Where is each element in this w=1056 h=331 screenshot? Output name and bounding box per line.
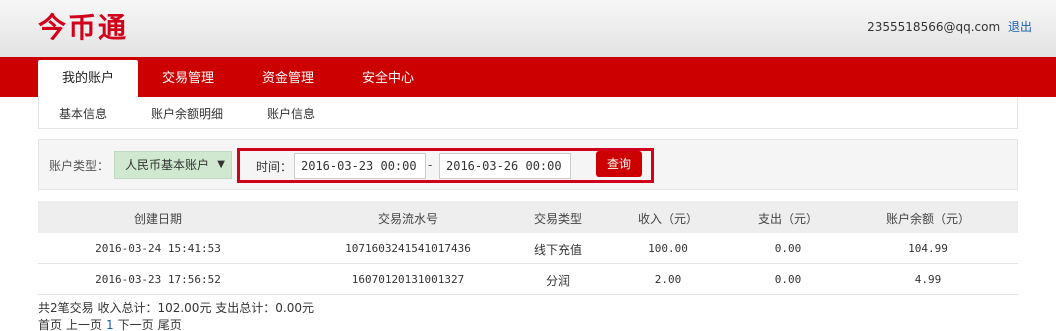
col-trade-type: 交易类型	[533, 212, 582, 226]
chevron-down-icon: ▼	[217, 159, 225, 170]
brand-logo[interactable]: 今币通	[38, 11, 128, 45]
cell-expense: 0.00	[774, 242, 802, 255]
cell-serial-number: 16070120131001327	[351, 273, 465, 286]
cell-balance: 104.99	[908, 242, 948, 255]
cell-trade-type: 分润	[545, 274, 570, 288]
subnav-balance-detail[interactable]: 账户余额明细	[151, 105, 223, 122]
table-header: 创建日期 交易流水号 交易类型 收入（元） 支出（元） 账户余额（元）	[38, 201, 1018, 233]
end-date-input[interactable]: 2016-03-26 00:00	[439, 153, 571, 179]
col-expense: 支出（元）	[757, 212, 818, 226]
cell-balance: 4.99	[914, 273, 942, 286]
account-type-value: 人民币基本账户	[125, 158, 210, 172]
pager-prev[interactable]: 上一页	[66, 318, 102, 331]
cell-expense: 0.00	[774, 273, 802, 286]
col-serial-number: 交易流水号	[377, 212, 438, 226]
user-email: 2355518566@qq.com	[867, 20, 1001, 34]
cell-income: 100.00	[648, 242, 688, 255]
top-header: 今币通 2355518566@qq.com 退出	[0, 0, 1056, 57]
cell-serial-number: 1071603241541017436	[345, 242, 471, 255]
cell-created-date: 2016-03-23 17:56:52	[95, 273, 221, 286]
tab-fund-management[interactable]: 资金管理	[240, 60, 336, 97]
pager-last[interactable]: 尾页	[158, 318, 182, 331]
subnav-account-info[interactable]: 账户信息	[267, 105, 315, 122]
main-nav: 我的账户 交易管理 资金管理 安全中心	[0, 57, 1056, 97]
sub-nav: 基本信息 账户余额明细 账户信息	[38, 97, 1018, 129]
subnav-basic-info[interactable]: 基本信息	[59, 105, 107, 122]
transaction-summary: 共2笔交易 收入总计：102.00元 支出总计：0.00元	[38, 301, 314, 315]
col-income: 收入（元）	[637, 212, 698, 226]
transaction-table: 创建日期 交易流水号 交易类型 收入（元） 支出（元） 账户余额（元） 2016…	[38, 201, 1018, 295]
col-balance: 账户余额（元）	[885, 212, 970, 226]
pager-current[interactable]: 1	[106, 318, 114, 331]
account-type-label: 账户类型：	[49, 159, 110, 173]
table-row: 2016-03-24 15:41:53 1071603241541017436 …	[38, 233, 1018, 264]
col-created-date: 创建日期	[133, 212, 182, 226]
logout-link[interactable]: 退出	[1008, 20, 1032, 34]
cell-trade-type: 线下充值	[533, 243, 582, 257]
tab-trade-management[interactable]: 交易管理	[140, 60, 236, 97]
query-button[interactable]: 查询	[596, 151, 642, 177]
start-date-input[interactable]: 2016-03-23 00:00	[294, 153, 426, 179]
pager-next[interactable]: 下一页	[118, 318, 154, 331]
pagination: 首页 上一页 1 下一页 尾页	[38, 316, 186, 331]
filter-bar: 账户类型： 人民币基本账户 ▼ 时间： 2016-03-23 00:00 - 2…	[38, 139, 1018, 190]
user-area: 2355518566@qq.com 退出	[867, 18, 1032, 35]
tab-my-account[interactable]: 我的账户	[38, 60, 138, 97]
account-type-select[interactable]: 人民币基本账户 ▼	[114, 151, 232, 179]
tab-security-center[interactable]: 安全中心	[340, 60, 436, 97]
cell-income: 2.00	[654, 273, 682, 286]
time-label: 时间：	[256, 160, 293, 174]
pager-first[interactable]: 首页	[38, 318, 62, 331]
date-range-box: 时间： 2016-03-23 00:00 - 2016-03-26 00:00 …	[237, 148, 654, 183]
table-row: 2016-03-23 17:56:52 16070120131001327 分润…	[38, 264, 1018, 295]
cell-created-date: 2016-03-24 15:41:53	[95, 242, 221, 255]
date-separator: -	[428, 158, 433, 172]
